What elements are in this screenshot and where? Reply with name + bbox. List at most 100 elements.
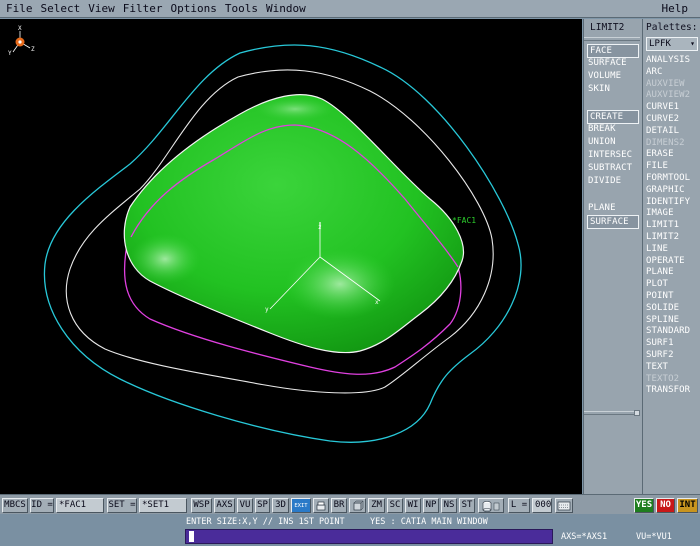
- palette-item-curve2[interactable]: CURVE2: [646, 113, 679, 125]
- surface-highlight: [130, 234, 200, 284]
- menu-select[interactable]: Select: [37, 0, 85, 18]
- menu-file[interactable]: File: [0, 0, 37, 18]
- palettes-title: Palettes:: [646, 22, 698, 33]
- palette-item-line[interactable]: LINE: [646, 243, 668, 255]
- 3d-button[interactable]: 3D: [272, 498, 289, 513]
- palette-item-plot[interactable]: PLOT: [646, 278, 668, 290]
- wi-button[interactable]: WI: [405, 498, 421, 513]
- exit-button[interactable]: EXIT: [291, 498, 311, 513]
- printer-icon[interactable]: [313, 498, 329, 513]
- st-button[interactable]: ST: [459, 498, 475, 513]
- bottom-toolbar: MBCS ID = *FAC1 SET = *SET1 WSP AXS VU S…: [0, 494, 700, 514]
- int-button[interactable]: INT: [677, 498, 698, 513]
- surface-highlight: [285, 249, 395, 319]
- palette-item-surf2[interactable]: SURF2: [646, 349, 674, 361]
- palette-item-limit2[interactable]: LIMIT2: [646, 231, 679, 243]
- option-volume[interactable]: VOLUME: [588, 70, 621, 82]
- option-break[interactable]: BREAK: [588, 123, 616, 135]
- br-button[interactable]: BR: [331, 498, 347, 513]
- palette-item-limit1[interactable]: LIMIT1: [646, 219, 679, 231]
- palette-item-arc[interactable]: ARC: [646, 66, 663, 78]
- option-create[interactable]: CREATE: [587, 110, 639, 124]
- command-input[interactable]: [185, 529, 553, 544]
- option-union[interactable]: UNION: [588, 136, 616, 148]
- palettes-panel: Palettes: LPFK ▾ ANALYSIS ARC AUXVIEW AUXVI…: [642, 19, 700, 494]
- option-subtract[interactable]: SUBTRACT: [588, 162, 632, 174]
- vu-button[interactable]: VU: [237, 498, 253, 513]
- option-surface[interactable]: SURFACE: [588, 57, 627, 69]
- global-axis-x-label: X: [18, 25, 22, 32]
- face-label: *FAC1: [452, 216, 476, 225]
- model-canvas[interactable]: z x y *FAC1 Y Z X: [0, 19, 582, 494]
- palette-item-identify[interactable]: IDENTIFY: [646, 196, 690, 208]
- palette-item-analysis[interactable]: ANALYSIS: [646, 54, 690, 66]
- panel-scroll-thumb[interactable]: [634, 410, 640, 416]
- cylinder-icon[interactable]: [478, 498, 504, 513]
- palette-item-texto2[interactable]: TEXTO2: [646, 373, 679, 385]
- palette-item-operate[interactable]: OPERATE: [646, 255, 685, 267]
- cube-icon[interactable]: [349, 498, 366, 513]
- panel-title: LIMIT2: [590, 22, 625, 33]
- menu-tools[interactable]: Tools: [221, 0, 262, 18]
- global-axis-y-label: Y: [8, 50, 12, 57]
- palette-item-curve1[interactable]: CURVE1: [646, 101, 679, 113]
- mbcs-button[interactable]: MBCS: [2, 498, 28, 513]
- palette-item-standard[interactable]: STANDARD: [646, 325, 690, 337]
- option-skin[interactable]: SKIN: [588, 83, 610, 95]
- palette-item-dimens2[interactable]: DIMENS2: [646, 137, 685, 149]
- menu-window[interactable]: Window: [262, 0, 310, 18]
- palette-item-erase[interactable]: ERASE: [646, 148, 674, 160]
- no-button[interactable]: NO: [656, 498, 675, 513]
- option-intersec[interactable]: INTERSEC: [588, 149, 632, 161]
- axis-y-label: y: [265, 306, 269, 313]
- option-surface-2[interactable]: SURFACE: [587, 215, 639, 229]
- np-button[interactable]: NP: [423, 498, 439, 513]
- 3d-viewport[interactable]: z x y *FAC1 Y Z X: [0, 19, 582, 494]
- axis-z-label: z: [318, 224, 322, 231]
- palette-item-plane[interactable]: PLANE: [646, 266, 674, 278]
- set-field[interactable]: *SET1: [139, 498, 187, 513]
- vu-indicator: VU=*VU1: [636, 532, 672, 542]
- palette-item-auxview2[interactable]: AUXVIEW2: [646, 89, 690, 101]
- palette-item-formtool[interactable]: FORMTOOL: [646, 172, 690, 184]
- option-plane[interactable]: PLANE: [588, 202, 616, 214]
- panel-scrollbar[interactable]: [584, 411, 640, 415]
- id-field[interactable]: *FAC1: [56, 498, 104, 513]
- palette-item-point[interactable]: POINT: [646, 290, 674, 302]
- axs-button[interactable]: AXS: [214, 498, 235, 513]
- palette-item-transfor[interactable]: TRANSFOR: [646, 384, 690, 396]
- green-surface[interactable]: [123, 94, 464, 354]
- menu-options[interactable]: Options: [167, 0, 221, 18]
- ns-button[interactable]: NS: [441, 498, 457, 513]
- palette-select[interactable]: LPFK ▾: [646, 37, 698, 51]
- sc-button[interactable]: SC: [387, 498, 403, 513]
- palette-item-surf1[interactable]: SURF1: [646, 337, 674, 349]
- id-label-button[interactable]: ID =: [30, 498, 54, 513]
- set-label-button[interactable]: SET =: [107, 498, 137, 513]
- menu-help[interactable]: Help: [658, 0, 693, 18]
- option-divide[interactable]: DIVIDE: [588, 175, 621, 187]
- sp-button[interactable]: SP: [255, 498, 270, 513]
- palette-item-file[interactable]: FILE: [646, 160, 668, 172]
- palette-item-detail[interactable]: DETAIL: [646, 125, 679, 137]
- l-value-field[interactable]: 000: [532, 498, 552, 513]
- global-axis-icon: [12, 31, 31, 53]
- wsp-button[interactable]: WSP: [191, 498, 212, 513]
- palette-item-graphic[interactable]: GRAPHIC: [646, 184, 685, 196]
- axs-indicator: AXS=*AXS1: [561, 532, 608, 542]
- global-axis-z-label: Z: [31, 46, 35, 53]
- palette-item-spline[interactable]: SPLINE: [646, 314, 679, 326]
- yes-button[interactable]: YES: [634, 498, 654, 513]
- palette-item-auxview[interactable]: AUXVIEW: [646, 78, 685, 90]
- palette-item-solide[interactable]: SOLIDE: [646, 302, 679, 314]
- menu-filter[interactable]: Filter: [119, 0, 167, 18]
- palette-item-text[interactable]: TEXT: [646, 361, 668, 373]
- menu-view[interactable]: View: [84, 0, 119, 18]
- text-cursor: [189, 531, 194, 542]
- zm-button[interactable]: ZM: [368, 498, 385, 513]
- keyboard-icon[interactable]: [555, 498, 573, 513]
- palette-item-image[interactable]: IMAGE: [646, 207, 674, 219]
- function-panel: LIMIT2 FACE SURFACE VOLUME SKIN CREATE B…: [583, 19, 642, 494]
- option-face[interactable]: FACE: [587, 44, 639, 58]
- l-label-button[interactable]: L =: [508, 498, 530, 513]
